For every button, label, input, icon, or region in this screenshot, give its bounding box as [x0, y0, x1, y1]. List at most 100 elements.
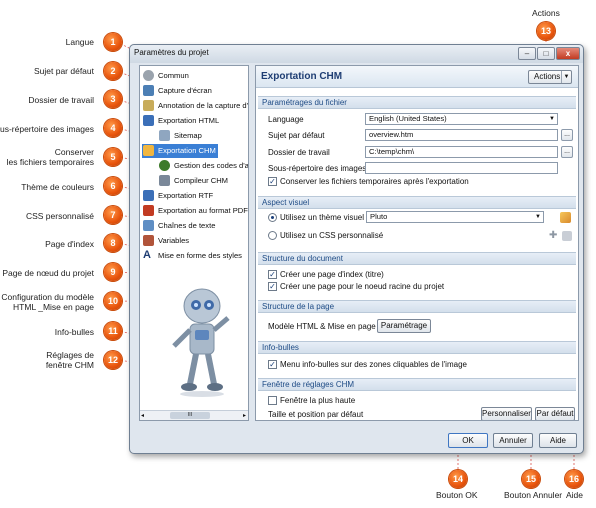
rtf-export-icon [143, 190, 154, 201]
annotation-label-8: Page d'index [45, 239, 94, 249]
annotation-label-5a: Conserver [54, 147, 94, 157]
edit-css-icon[interactable] [562, 231, 572, 241]
tree-item-pdf-export[interactable]: Exportation au format PDF [142, 204, 248, 218]
annotation-label-10b: HTML _Mise en page [13, 302, 94, 312]
tree-horizontal-scrollbar[interactable]: ◂ III ▸ [140, 410, 248, 420]
annotation-label-14: Bouton OK [436, 490, 478, 500]
ok-button[interactable]: OK [448, 433, 488, 448]
annotation-badge-6: 6 [104, 177, 122, 195]
annotation-badge-7: 7 [104, 206, 122, 224]
section-tooltips: Info-bulles [258, 341, 576, 354]
annotation-label-10a: Configuration du modèle [1, 292, 94, 302]
root-page-checkbox[interactable]: ✓ [268, 282, 277, 291]
language-value: English (United States) [369, 114, 447, 123]
annotation-badge-11: 11 [104, 322, 122, 340]
default-topic-label: Sujet par défaut [268, 131, 325, 140]
annotation-badge-5: 5 [104, 148, 122, 166]
language-select[interactable]: English (United States) ▼ [365, 113, 558, 125]
template-settings-button[interactable]: Paramétrage [377, 319, 431, 333]
size-position-label: Taille et position par défaut [268, 410, 364, 419]
tree-item-capture[interactable]: Capture d'écran [142, 84, 248, 98]
actions-button-label: Actions [534, 72, 561, 81]
tree-item-compiler[interactable]: Compileur CHM [158, 174, 248, 188]
section-doc-structure: Structure du document [258, 252, 576, 265]
browse-folder-button[interactable]: ... [561, 146, 573, 158]
annotation-badge-9: 9 [104, 263, 122, 281]
keep-temp-checkbox[interactable]: ✓ [268, 177, 277, 186]
tree-item-chm-export[interactable]: Exportation CHM [142, 144, 218, 158]
theme-select[interactable]: Pluto ▼ [366, 211, 544, 223]
styles-icon: A [143, 249, 151, 261]
screenshot-icon [143, 85, 154, 96]
tree-item-sitemap[interactable]: Sitemap [158, 129, 248, 143]
html-export-icon [143, 115, 154, 126]
images-subdir-field[interactable] [365, 162, 558, 174]
use-theme-label: Utilisez un thème visuel [280, 213, 365, 222]
close-button[interactable]: x [556, 47, 580, 60]
tree-item-strings[interactable]: Chaînes de texte [142, 219, 248, 233]
scroll-left-icon[interactable]: ◂ [141, 412, 144, 419]
tooltips-checkbox[interactable]: ✓ [268, 360, 277, 369]
window-titlebar[interactable]: Paramètres du projet – □ x [130, 45, 583, 63]
index-page-checkbox[interactable]: ✓ [268, 270, 277, 279]
tree-item-rtf-export[interactable]: Exportation RTF [142, 189, 248, 203]
chm-export-icon [143, 145, 154, 156]
browse-topic-button[interactable]: ... [561, 129, 573, 141]
annotation-label-13: Actions [532, 8, 560, 18]
annotation-badge-12: 12 [104, 351, 122, 369]
annotation-badge-14: 14 [449, 470, 467, 488]
project-settings-window: Paramètres du projet – □ x Commun Captur… [129, 44, 584, 454]
chevron-down-icon: ▼ [561, 71, 571, 83]
annotation-label-16: Aide [566, 490, 584, 500]
section-chm-window: Fenêtre de réglages CHM [258, 378, 576, 391]
add-css-icon[interactable]: ✚ [549, 231, 557, 241]
tree-item-variables[interactable]: Variables [142, 234, 248, 248]
compiler-icon [159, 175, 170, 186]
settings-tree: Commun Capture d'écran Annotation de la … [139, 65, 249, 421]
tree-item-html-export[interactable]: Exportation HTML [142, 114, 248, 128]
chm-export-pane: Exportation CHM Actions ▼ Paramétrages d… [255, 65, 579, 421]
scroll-right-icon[interactable]: ▸ [243, 412, 246, 419]
root-page-label: Créer une page pour le noeud racine du p… [280, 282, 445, 291]
window-title: Paramètres du projet [134, 48, 209, 57]
annotation-label-2: Sujet par défaut [33, 66, 94, 76]
annotation-label-4: Sous-répertoire des images [0, 124, 94, 134]
tree-item-annotation[interactable]: Annotation de la capture d'écr [142, 99, 248, 113]
tree-item-styles[interactable]: A Mise en forme des styles [142, 249, 248, 263]
annotation-label-9: Page de nœud du projet [2, 268, 94, 278]
customize-button[interactable]: Personnaliser [481, 407, 532, 420]
annotation-label-3: Dossier de travail [28, 95, 94, 105]
tree-item-commun[interactable]: Commun [142, 69, 248, 83]
scroll-thumb[interactable]: III [170, 412, 210, 419]
gear-icon [143, 70, 154, 81]
top-window-checkbox[interactable] [268, 396, 277, 405]
maximize-button[interactable]: □ [537, 47, 555, 60]
use-theme-radio[interactable] [268, 213, 277, 222]
annotation-label-6: Thème de couleurs [21, 182, 94, 192]
minimize-button[interactable]: – [518, 47, 536, 60]
images-subdir-label: Sous-répertoire des images [268, 164, 367, 173]
use-css-radio[interactable] [268, 231, 277, 240]
strings-icon [143, 220, 154, 231]
help-codes-icon [159, 160, 170, 171]
help-button[interactable]: Aide [539, 433, 577, 448]
tree-item-help-codes[interactable]: Gestion des codes d'aide [158, 159, 248, 173]
use-css-label: Utilisez un CSS personnalisé [280, 231, 384, 240]
edit-theme-icon[interactable] [560, 212, 571, 223]
section-page-structure: Structure de la page [258, 300, 576, 313]
theme-value: Pluto [370, 212, 388, 221]
robot-mascot-image [172, 288, 230, 397]
default-button[interactable]: Par défaut [535, 407, 575, 420]
keep-temp-label: Conserver les fichiers temporaires après… [280, 177, 469, 186]
annotation-icon [143, 100, 154, 111]
default-topic-field[interactable]: overview.htm [365, 129, 558, 141]
work-folder-field[interactable]: C:\temp\chm\ [365, 146, 558, 158]
template-label: Modèle HTML & Mise en page [268, 322, 376, 331]
annotation-badge-4: 4 [104, 119, 122, 137]
annotation-label-11: Info-bulles [54, 327, 94, 337]
cancel-button[interactable]: Annuler [493, 433, 533, 448]
actions-button[interactable]: Actions ▼ [528, 70, 572, 84]
section-file-settings: Paramétrages du fichier [258, 96, 576, 109]
annotation-label-15: Bouton Annuler [504, 490, 563, 500]
chevron-down-icon: ▼ [549, 116, 555, 122]
